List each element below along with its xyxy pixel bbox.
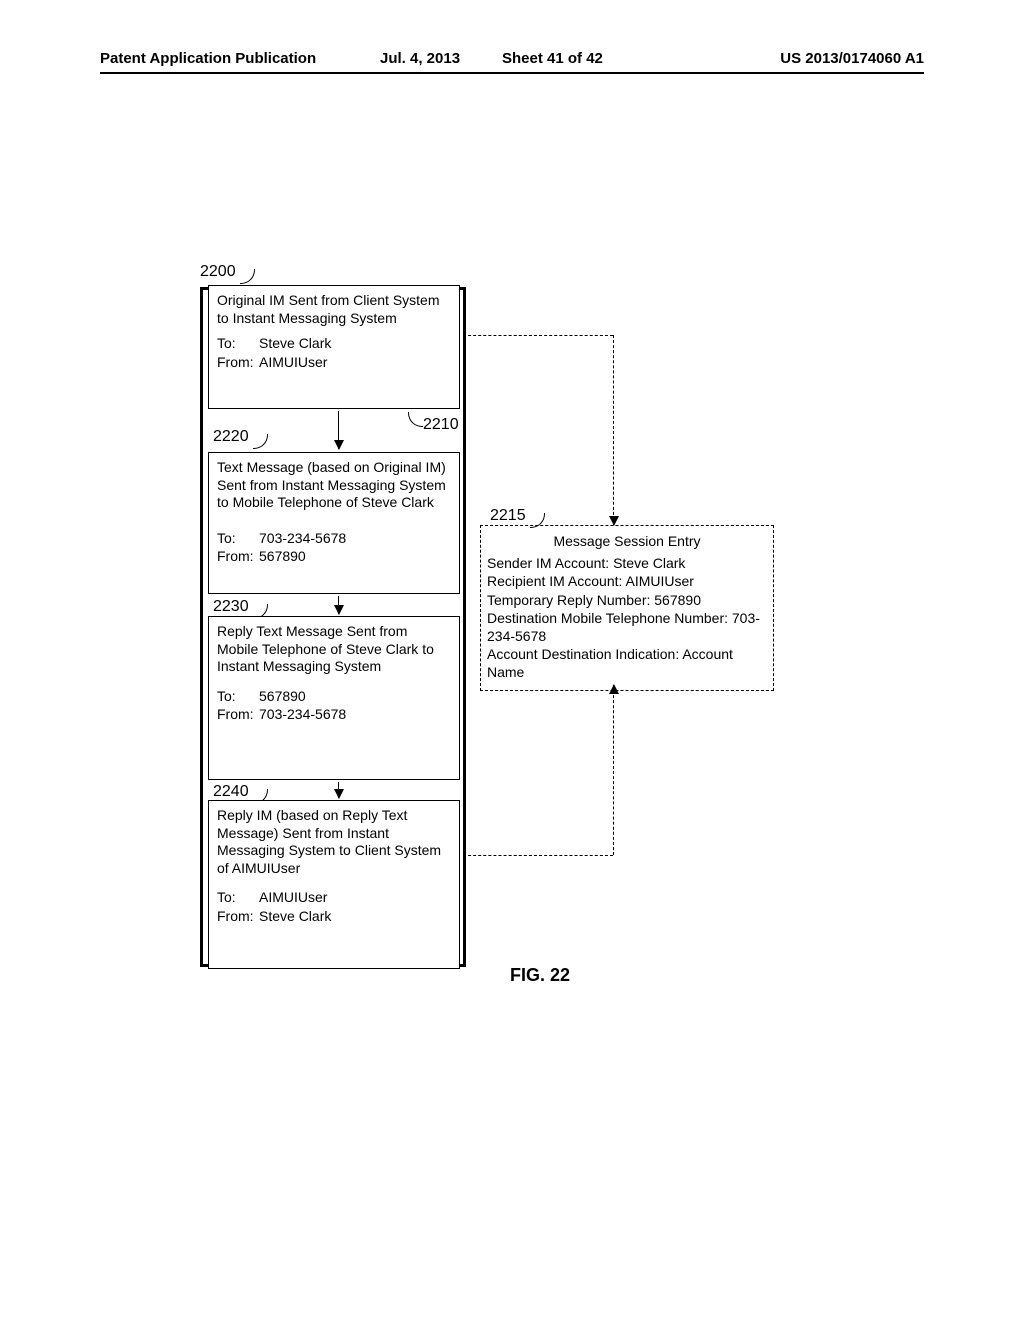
- box-2230-addr: To:567890 From:703-234-5678: [217, 688, 451, 724]
- box-2240: Reply IM (based on Reply Text Message) S…: [208, 800, 460, 969]
- session-line5: Account Destination Indication: Account …: [487, 645, 767, 681]
- from-value: AIMUIUser: [259, 354, 327, 370]
- session-box: Message Session Entry Sender IM Account:…: [480, 525, 774, 691]
- to-value: 703-234-5678: [259, 530, 346, 546]
- from-value: 567890: [259, 548, 306, 564]
- to-value: Steve Clark: [259, 335, 331, 351]
- from-label: From:: [217, 908, 259, 926]
- to-label: To:: [217, 889, 259, 907]
- box-2230: Reply Text Message Sent from Mobile Tele…: [208, 616, 460, 780]
- to-value: 567890: [259, 688, 306, 704]
- header-date: Jul. 4, 2013: [380, 50, 460, 67]
- dash-v1: [613, 335, 614, 525]
- session-line2: Recipient IM Account: AIMUIUser: [487, 572, 767, 590]
- session-title: Message Session Entry: [487, 532, 767, 550]
- box-2220-title: Text Message (based on Original IM) Sent…: [217, 459, 451, 512]
- box-2230-title: Reply Text Message Sent from Mobile Tele…: [217, 623, 451, 676]
- ref-2215: 2215: [490, 507, 526, 525]
- leader-2200: [240, 269, 255, 284]
- patent-page: Patent Application Publication Jul. 4, 2…: [0, 0, 1024, 1320]
- to-label: To:: [217, 335, 259, 353]
- header-publication: Patent Application Publication: [100, 50, 316, 67]
- header-sheet: Sheet 41 of 42: [502, 50, 603, 67]
- session-line1: Sender IM Account: Steve Clark: [487, 554, 767, 572]
- ref-2200: 2200: [200, 263, 236, 281]
- from-label: From:: [217, 706, 259, 724]
- leader-2210: [408, 412, 423, 427]
- from-label: From:: [217, 354, 259, 372]
- box-2240-title: Reply IM (based on Reply Text Message) S…: [217, 807, 451, 877]
- from-value: Steve Clark: [259, 908, 331, 924]
- to-value: AIMUIUser: [259, 889, 327, 905]
- to-label: To:: [217, 530, 259, 548]
- from-value: 703-234-5678: [259, 706, 346, 722]
- box-2240-addr: To:AIMUIUser From:Steve Clark: [217, 889, 451, 925]
- figure-caption: FIG. 22: [190, 965, 890, 986]
- arrow-2210-2220: [338, 411, 339, 449]
- header-rule: [100, 72, 924, 74]
- main-container: Original IM Sent from Client System to I…: [200, 287, 466, 967]
- ref-2220: 2220: [213, 428, 249, 446]
- dash-h1: [463, 335, 613, 336]
- to-label: To:: [217, 688, 259, 706]
- from-label: From:: [217, 548, 259, 566]
- session-line4: Destination Mobile Telephone Number: 703…: [487, 609, 767, 645]
- box-2210-title: Original IM Sent from Client System to I…: [217, 292, 451, 327]
- box-2210: Original IM Sent from Client System to I…: [208, 285, 460, 409]
- box-2210-addr: To:Steve Clark From:AIMUIUser: [217, 335, 451, 371]
- arrow-2230-2240: [338, 782, 339, 798]
- arrow-2220-2230: [338, 596, 339, 614]
- ref-2230: 2230: [213, 598, 249, 616]
- header-pubno: US 2013/0174060 A1: [780, 50, 924, 67]
- session-line3: Temporary Reply Number: 567890: [487, 591, 767, 609]
- box-2220: Text Message (based on Original IM) Sent…: [208, 452, 460, 594]
- ref-2240: 2240: [213, 783, 249, 801]
- dash-v2: [613, 685, 614, 855]
- box-2220-addr: To:703-234-5678 From:567890: [217, 530, 451, 566]
- dash-h2: [463, 855, 613, 856]
- leader-2220: [253, 434, 268, 449]
- ref-2210: 2210: [423, 416, 459, 434]
